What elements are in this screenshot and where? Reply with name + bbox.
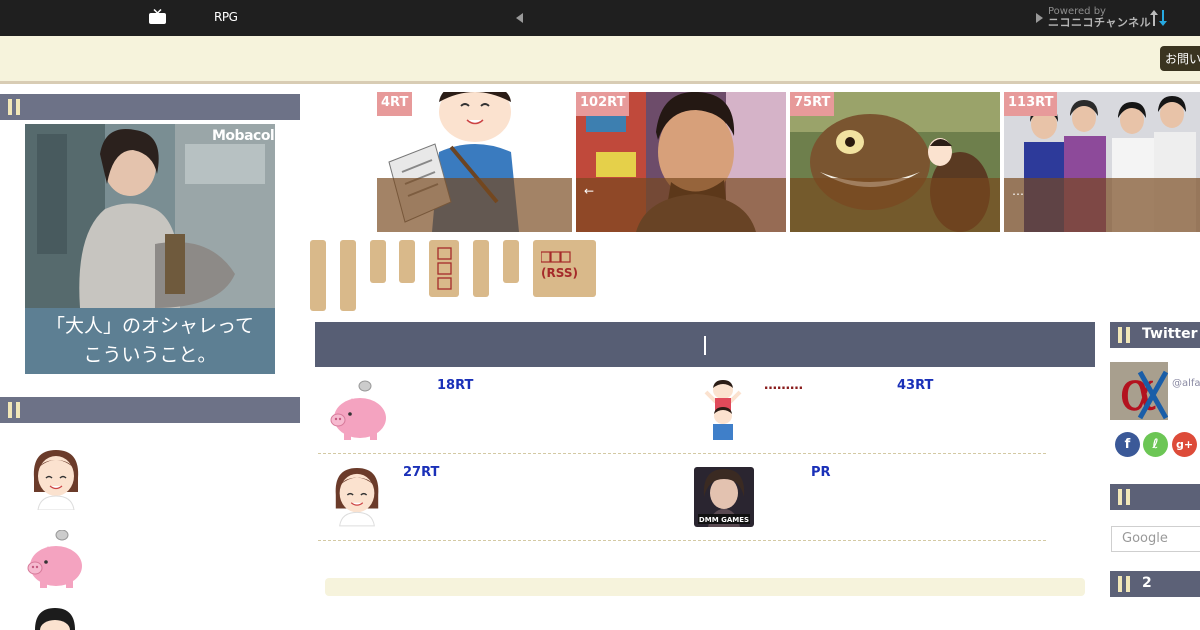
next-arrow-icon[interactable] <box>1036 13 1043 23</box>
google-search-input[interactable]: Google <box>1111 526 1200 552</box>
piggy-bank-icon[interactable] <box>328 380 388 440</box>
prev-arrow-icon[interactable] <box>516 13 523 23</box>
article-divider <box>318 540 1046 541</box>
thumb-title-overlay <box>790 178 1000 232</box>
rt-count-badge: 113RT <box>1004 92 1058 116</box>
left-sidebar-header-1 <box>0 94 300 120</box>
twitter-handle[interactable]: @alfa <box>1172 378 1200 389</box>
sort-updown-icon[interactable] <box>1148 8 1170 28</box>
ad-caption: 「大人」のオシャレって こういうこと。 <box>25 308 275 374</box>
article-divider <box>318 453 1046 454</box>
twitter-heading: Twitter <box>1142 326 1198 342</box>
powered-by-niconico[interactable]: Powered by ニコニコチャンネル <box>1048 6 1151 28</box>
svg-text:DMM GAMES: DMM GAMES <box>699 516 749 524</box>
thumb-title-overlay: ← <box>576 178 786 232</box>
article-rt-link[interactable]: 18RT <box>437 378 473 393</box>
category-tab[interactable] <box>473 240 489 297</box>
category-tab[interactable] <box>399 240 415 283</box>
rt-count-badge: 75RT <box>790 92 835 116</box>
rt-count-badge: 4RT <box>377 92 413 116</box>
rss-label: (RSS) <box>541 266 578 280</box>
featured-article-thumb[interactable]: 4RT <box>377 92 572 232</box>
feedly-icon[interactable]: ℓ <box>1143 432 1168 457</box>
ad-photo <box>25 124 275 308</box>
section-2-header: 2 <box>1110 571 1200 597</box>
header-banner <box>0 36 1200 84</box>
thumb-title-overlay: … <box>1004 178 1200 232</box>
category-tab[interactable] <box>370 240 386 283</box>
category-tab[interactable] <box>429 240 459 297</box>
twitter-section-header: Twitter <box>1110 322 1200 348</box>
woman-illustration[interactable] <box>28 448 84 510</box>
ad-brand-logo: Mobacolle <box>212 128 275 144</box>
article-title-dots[interactable]: ……… <box>764 378 803 393</box>
pagination-bar[interactable] <box>325 578 1085 596</box>
article-rt-link[interactable]: 27RT <box>403 465 439 480</box>
contact-button[interactable]: お問い <box>1160 46 1200 71</box>
category-tab[interactable] <box>503 240 519 283</box>
tv-icon[interactable] <box>148 9 167 25</box>
section-bars-icon <box>1118 576 1132 592</box>
search-section-header <box>1110 484 1200 510</box>
person-illustration[interactable] <box>33 608 77 630</box>
top-navigation-bar: RPG Powered by ニコニコチャンネル <box>0 0 1200 36</box>
section-bars-icon <box>1118 489 1132 505</box>
ad-caption-line1: 「大人」のオシャレって <box>45 315 255 337</box>
family-icon[interactable] <box>698 380 748 440</box>
woman-icon[interactable] <box>330 465 384 527</box>
tab-glyphs <box>540 251 571 263</box>
niconico-channel-logo: ニコニコチャンネル <box>1048 16 1152 29</box>
alfa-logo-icon[interactable]: α <box>1110 362 1168 420</box>
left-sidebar-header-2 <box>0 397 300 423</box>
rss-tab[interactable]: (RSS) <box>533 240 596 297</box>
featured-article-thumb[interactable]: 75RT <box>790 92 1000 232</box>
google-plus-icon[interactable]: g+ <box>1172 432 1197 457</box>
sidebar-ad[interactable]: Mobacolle 「大人」のオシャレって こういうこと。 <box>25 124 275 374</box>
section-2-heading: 2 <box>1142 575 1152 591</box>
game-thumb[interactable]: DMM GAMES <box>694 467 754 527</box>
featured-article-thumb[interactable]: 102RT ← <box>576 92 786 232</box>
pr-link[interactable]: PR <box>811 465 831 480</box>
category-tab[interactable] <box>340 240 356 311</box>
facebook-icon[interactable]: f <box>1115 432 1140 457</box>
piggy-bank-illustration[interactable] <box>26 530 84 590</box>
article-rt-link[interactable]: 43RT <box>897 378 933 393</box>
main-section-header <box>315 322 1095 367</box>
header-text-cursor <box>704 336 706 355</box>
featured-article-thumb[interactable]: 113RT … <box>1004 92 1200 232</box>
ad-caption-line2: こういうこと。 <box>83 344 217 366</box>
thumb-title-overlay <box>377 178 572 232</box>
category-tab[interactable] <box>310 240 326 311</box>
tab-glyphs <box>437 247 452 290</box>
section-bars-icon <box>8 99 22 115</box>
section-bars-icon <box>1118 327 1132 343</box>
channel-title[interactable]: RPG <box>214 10 238 24</box>
section-bars-icon <box>8 402 22 418</box>
rt-count-badge: 102RT <box>576 92 630 116</box>
